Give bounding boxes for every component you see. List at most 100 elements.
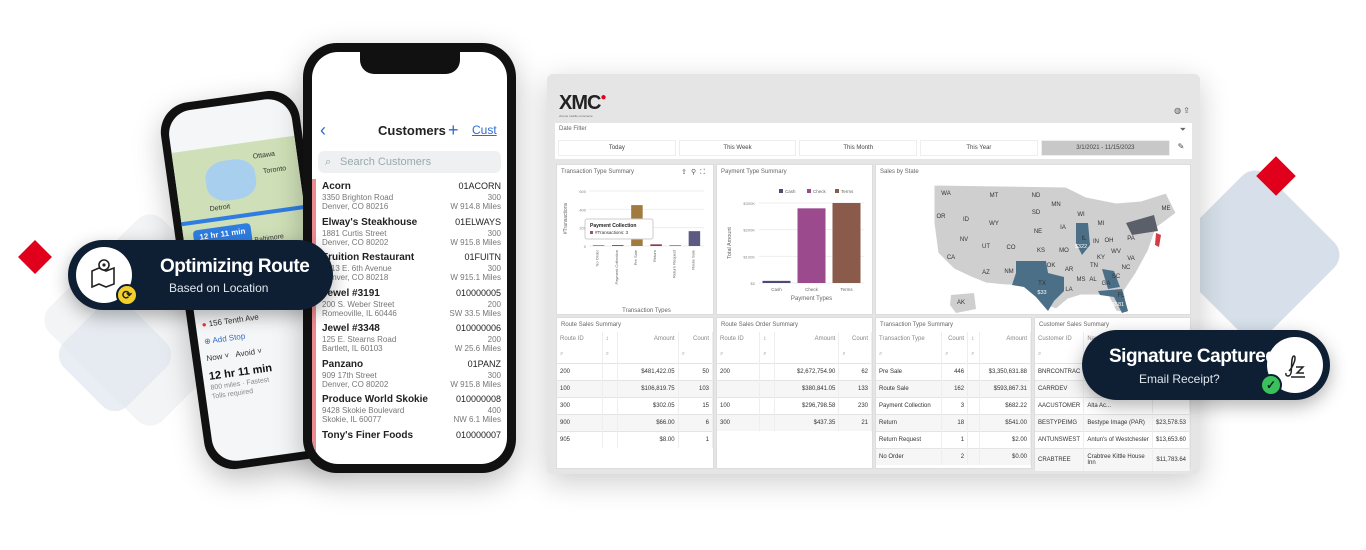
now-dropdown[interactable]: Now ˅	[206, 351, 230, 363]
customer-dist: W 25.6 Miles	[454, 344, 501, 353]
expand-icon[interactable]: ⛶	[700, 169, 709, 176]
transaction-type-chart[interactable]: 0200400600#TransactionsNo Order Payment C…	[557, 181, 713, 313]
customer-row[interactable]: Fruition Restaurant 01FUITN 1313 E. 6th Av…	[312, 250, 507, 286]
export-icon[interactable]: ⇪	[681, 169, 691, 176]
state-label: KY	[1097, 255, 1105, 261]
logo-tagline: xtreme mobile commerce	[559, 114, 593, 118]
customer-id: 01PANZ	[467, 358, 501, 369]
period-today[interactable]: Today	[558, 140, 676, 156]
table-row[interactable]: 200 $2,672,754.90 62	[717, 363, 872, 381]
column-filter[interactable]: ⌕	[1035, 346, 1085, 364]
table-cell: 1	[941, 431, 969, 449]
table-row[interactable]: 905 $8.00 1	[557, 431, 714, 448]
table-row[interactable]: Return 18 $541.00	[876, 414, 1032, 432]
column-filter[interactable]: ⌕	[838, 346, 872, 364]
state-label: MO	[1059, 248, 1069, 254]
table-row[interactable]: No Order 2 $0.00	[876, 448, 1032, 465]
state-label: NC	[1122, 265, 1131, 271]
customer-row[interactable]: Acorn 01ACORN 3350 Brighton Road Denver, CO…	[312, 179, 507, 215]
signature-captured-callout: Signature Captured Email Receipt? ✓	[1082, 330, 1330, 400]
filter-icon[interactable]: ⚲	[691, 169, 700, 176]
state-label: OH	[1105, 238, 1114, 244]
transaction-type-chart-panel: Transaction Type Summary ⇪⚲⛶ 0 200 400 600 #…	[556, 164, 714, 315]
column-filter[interactable]: ⌕	[759, 346, 775, 364]
customer-row[interactable]: Jewel #3191 010000005 200 S. Weber Street R…	[312, 285, 507, 321]
table-row[interactable]: 300 $302.05 15	[557, 397, 714, 415]
bar	[832, 203, 861, 283]
cust-link[interactable]: Cust	[472, 123, 497, 137]
table-row[interactable]: ANTUNSWEST Antun's of Westchester $13,653.…	[1035, 431, 1191, 449]
table-row[interactable]: Payment Collection 3 $682.22	[876, 397, 1032, 415]
column-header[interactable]: ↕	[759, 332, 775, 346]
column-filter[interactable]: ⌕	[941, 346, 969, 364]
table-row[interactable]: 100 $106,819.75 103	[557, 380, 714, 398]
table-row[interactable]: 100 $296,798.58 230	[717, 397, 872, 415]
column-filter[interactable]: ⌕	[602, 346, 619, 364]
table-row[interactable]: 200 $481,422.05 50	[557, 363, 714, 381]
customer-row[interactable]: Jewel #3348 010000006 125 E. Stearns Road B…	[312, 321, 507, 357]
search-input[interactable]: ⌕ Search Customers	[318, 151, 501, 173]
column-header[interactable]: Route ID	[717, 332, 761, 346]
payment-type-chart[interactable]: Cash Check Terms $0 $100K $200K $300K Total Amo…	[717, 181, 872, 313]
column-header[interactable]: Transaction Type	[876, 332, 943, 346]
refresh-icon: ⟳	[116, 284, 138, 306]
column-header[interactable]: Amount	[774, 332, 840, 346]
add-stop-button[interactable]: ⊕ Add Stop	[204, 328, 268, 347]
back-icon[interactable]: ‹	[320, 120, 326, 141]
column-header[interactable]: Count	[838, 332, 872, 346]
period-custom-range[interactable]: 3/1/2021 - 11/15/2023	[1040, 140, 1170, 156]
table-row[interactable]: Return Request 1 $2.00	[876, 431, 1032, 449]
date-filter-bar: Date Filter ⏷	[555, 123, 1192, 137]
table-row[interactable]: 900 $66.00 6	[557, 414, 714, 432]
column-header[interactable]: Customer ID	[1035, 332, 1085, 346]
state-label: MT	[990, 193, 999, 199]
column-filter[interactable]: ⌕	[876, 346, 943, 364]
palette-icon[interactable]: ◍	[1174, 106, 1181, 115]
avoid-dropdown[interactable]: Avoid ˅	[235, 346, 263, 359]
table-cell	[602, 397, 619, 415]
column-header[interactable]: Count	[678, 332, 714, 346]
column-header[interactable]: Route ID	[557, 332, 603, 346]
column-filter[interactable]: ⌕	[967, 346, 980, 364]
column-filter[interactable]: ⌕	[557, 346, 603, 364]
column-header[interactable]: ↕	[602, 332, 619, 346]
legend-swatch	[779, 189, 783, 193]
filter-icon[interactable]: ⏷	[1180, 125, 1186, 135]
state-label: UT	[982, 244, 990, 250]
table-row[interactable]: 300 $437.35 21	[717, 414, 872, 431]
column-header[interactable]: Amount	[617, 332, 679, 346]
column-filter[interactable]	[979, 346, 1032, 364]
customer-row[interactable]: Produce World Skokie 010000008 9428 Skokie…	[312, 392, 507, 428]
state-label: CO	[1007, 245, 1016, 251]
table-cell	[602, 380, 619, 398]
column-header[interactable]: Count	[941, 332, 969, 346]
customer-row[interactable]: Panzano 01PANZ 909 17th Street Denver, CO 8…	[312, 356, 507, 392]
table-cell	[1152, 397, 1191, 415]
us-map[interactable]: WA MT ND MN OR ID WY SD WI MI ME NE IA NV UT CO KS MO IL IN…	[876, 173, 1190, 313]
customer-num: 300	[487, 228, 501, 238]
period-this-month[interactable]: This Month	[799, 140, 918, 156]
table-row[interactable]: $380,841.05 133	[717, 380, 872, 398]
table-row[interactable]: Route Sale 162 $593,867.31	[876, 380, 1032, 398]
table-row[interactable]: BESTYPEIMG Bestype Image (PAR) $23,578.53	[1035, 414, 1191, 432]
chart-tooltip: Payment Collection#Transactions: 3	[584, 218, 654, 240]
add-customer-button[interactable]: +	[448, 120, 459, 141]
table-row[interactable]: CRABTREE Crabtree Kittle House Inn $11,783…	[1035, 448, 1191, 471]
column-filter[interactable]: ⌕	[717, 346, 761, 364]
table-row[interactable]: AACUSTOMER Alta Ac...	[1035, 397, 1191, 415]
column-filter[interactable]: ⌕	[678, 346, 714, 364]
edit-range-icon[interactable]: ✎	[1173, 140, 1189, 156]
column-filter[interactable]	[774, 346, 840, 364]
share-icon[interactable]: ⇪	[1183, 106, 1190, 115]
customer-row[interactable]: Elway's Steakhouse 01ELWAYS 1881 Curtis St…	[312, 214, 507, 250]
customer-row[interactable]: Tony's Finer Foods 010000007	[312, 427, 507, 463]
column-header[interactable]: ↕	[967, 332, 980, 346]
column-filter[interactable]	[617, 346, 679, 364]
table-row[interactable]: Pre Sale 446 $3,350,631.88	[876, 363, 1032, 381]
table-cell: $593,867.31	[979, 380, 1032, 398]
period-this-year[interactable]: This Year	[920, 140, 1038, 156]
period-this-week[interactable]: This Week	[678, 140, 797, 156]
column-header[interactable]: Amount	[979, 332, 1032, 346]
customer-id: 01ELWAYS	[455, 216, 501, 227]
stop-item[interactable]: ● 156 Tenth Ave	[201, 312, 265, 329]
